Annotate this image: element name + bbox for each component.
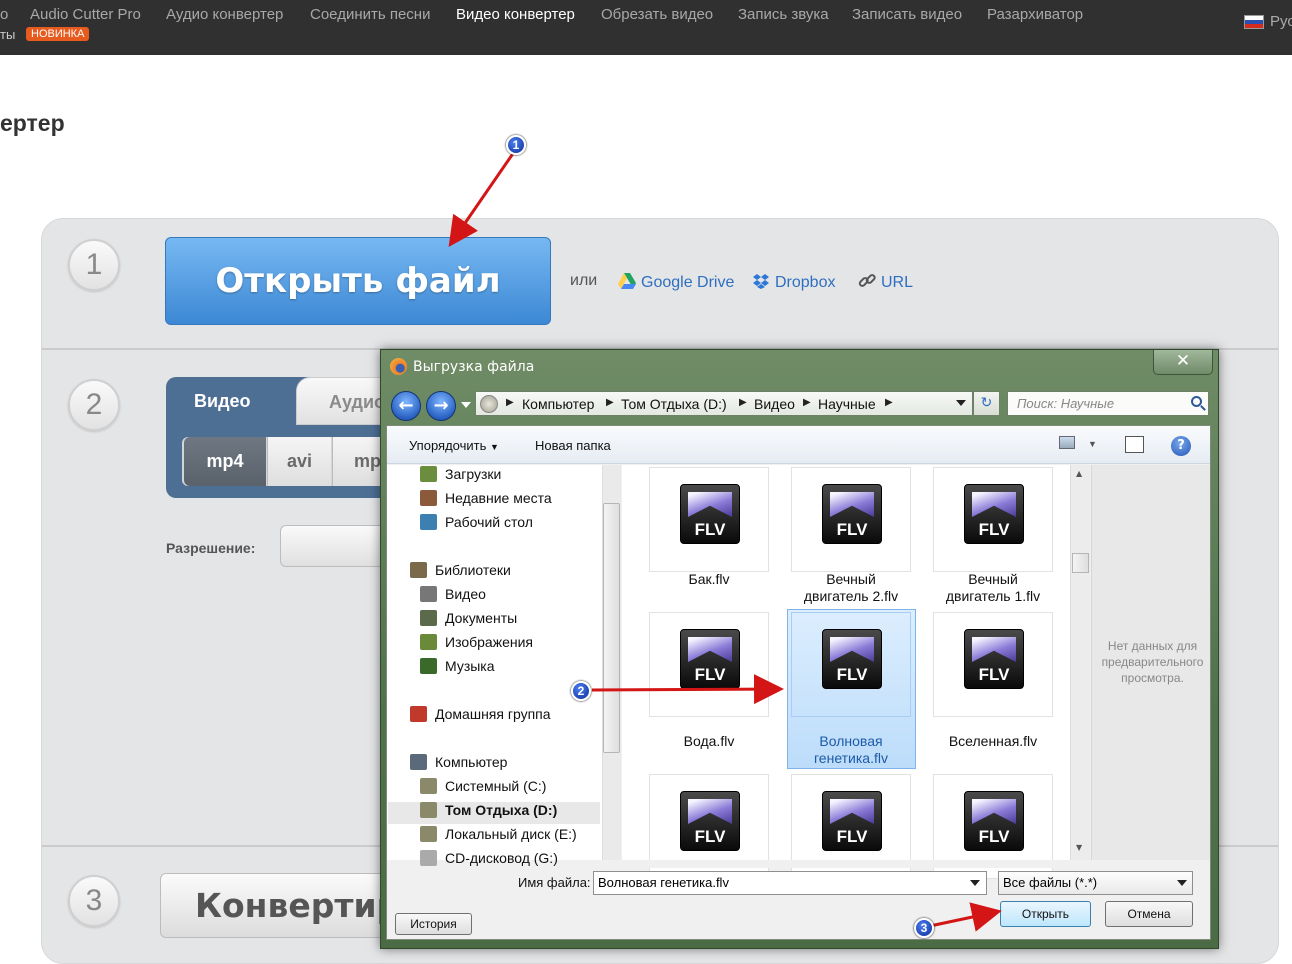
annotation-marker-3: 3: [914, 918, 934, 938]
annotation-arrows: [448, 151, 1002, 932]
arrow-to-selected-file: [591, 674, 784, 705]
annotation-marker-2: 2: [571, 681, 591, 701]
arrow-to-open-file: [448, 151, 516, 247]
annotation-marker-1: 1: [506, 135, 526, 155]
arrow-to-open-button: [929, 902, 1002, 932]
